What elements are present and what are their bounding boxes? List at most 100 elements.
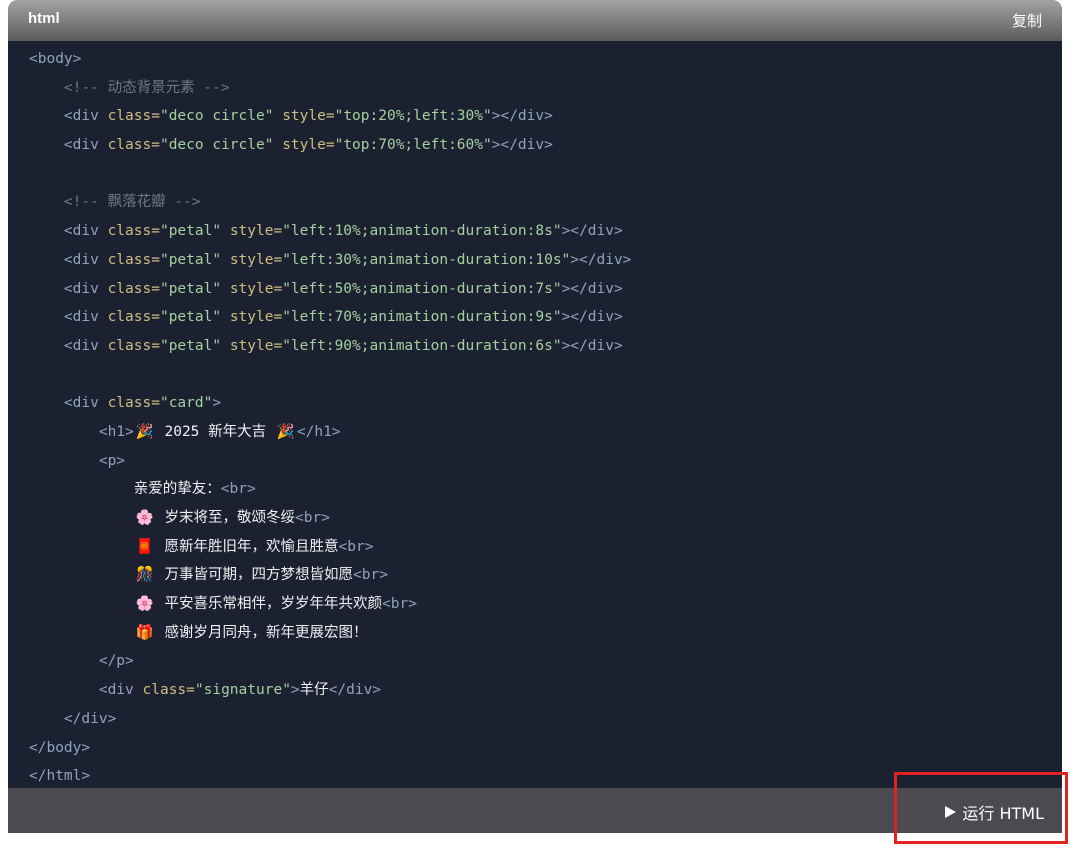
code-token: <br> — [353, 567, 388, 584]
code-token: 感谢岁月同舟，新年更展宏图！ — [155, 624, 368, 641]
run-html-button[interactable]: 运行 HTML — [945, 800, 1044, 824]
code-token: style= — [229, 309, 283, 326]
code-token: style= — [229, 251, 283, 268]
emoji-icon: 🧧 — [135, 538, 154, 555]
code-token: </div> — [63, 710, 117, 727]
code-token: "signature" — [194, 682, 291, 699]
code-line: </p> — [29, 647, 1062, 676]
code-token: "card" — [159, 395, 213, 412]
code-token: <div — [63, 309, 108, 326]
code-token: 万事皆可期，四方梦想皆如愿 — [155, 567, 353, 584]
code-token: "left:30%;animation-duration:10s" — [282, 251, 571, 268]
play-icon — [945, 806, 957, 818]
code-line: <div class="deco circle" style="top:20%;… — [29, 102, 1062, 131]
code-line: 🎁 感谢岁月同舟，新年更展宏图！ — [29, 619, 1062, 648]
code-line: 亲爱的挚友：<br> — [29, 475, 1062, 504]
code-content: <body> <!-- 动态背景元素 --> <div class="deco … — [8, 41, 1062, 791]
code-token: style= — [229, 337, 283, 354]
code-token: "petal" — [159, 280, 222, 297]
code-line: </div> — [29, 705, 1062, 734]
code-line: <div class="card"> — [29, 389, 1062, 418]
code-token: "top:20%;left:30%" — [334, 108, 492, 125]
code-token: <br> — [295, 510, 330, 526]
code-token: class= — [107, 337, 160, 354]
code-line: <div class="deco circle" style="top:70%;… — [29, 131, 1062, 160]
code-token: style= — [229, 280, 283, 297]
code-token: <div — [63, 108, 108, 125]
code-token: <div — [63, 395, 108, 412]
code-line: 🌸 岁末将至，敬颂冬绥<br> — [29, 504, 1062, 533]
code-line: <h1> 🎉 2025 新年大吉 🎉 </h1> — [29, 418, 1062, 447]
copy-button[interactable]: 复制 — [1012, 10, 1042, 31]
emoji-icon: 🎉 — [135, 423, 154, 440]
code-token: </html> — [29, 768, 91, 785]
code-token: "petal" — [159, 337, 222, 354]
code-token: 亲爱的挚友： — [29, 481, 221, 498]
code-token: </p> — [98, 653, 134, 670]
code-token: <br> — [382, 596, 417, 613]
code-block: html 复制 <body> <!-- 动态背景元素 --> <div clas… — [8, 0, 1062, 833]
code-line: </html> — [29, 762, 1062, 791]
code-line: 🎊 万事皆可期，四方梦想皆如愿<br> — [29, 561, 1062, 590]
code-token: class= — [107, 223, 160, 240]
code-token: ></div> — [491, 137, 553, 154]
code-token: </div> — [328, 682, 382, 699]
emoji-icon: 🎉 — [276, 423, 295, 440]
code-line: <!-- 动态背景元素 --> — [29, 74, 1062, 103]
code-token: ></div> — [561, 337, 623, 354]
code-line: <div class="petal" style="left:10%;anima… — [29, 217, 1062, 246]
code-line: <div class="signature">羊仔</div> — [29, 676, 1062, 705]
code-token: class= — [107, 309, 160, 326]
code-footer: 运行 HTML — [8, 788, 1062, 833]
code-token: "petal" — [159, 309, 222, 326]
language-label: html — [28, 10, 60, 27]
code-token: class= — [107, 108, 160, 125]
code-line: <p> — [29, 447, 1062, 476]
code-token: > — [212, 395, 222, 412]
code-line: <div class="petal" style="left:90%;anima… — [29, 332, 1062, 361]
code-token: 平安喜乐常相伴，岁岁年年共欢颜 — [155, 596, 382, 613]
code-token: 2025 新年大吉 — [155, 423, 275, 440]
code-token: 愿新年胜旧年，欢愉且胜意 — [155, 538, 339, 555]
code-token: style= — [282, 137, 335, 154]
code-token: 羊仔 — [299, 682, 329, 699]
code-token: ></div> — [570, 251, 632, 268]
code-token: <!-- 动态背景元素 --> — [63, 79, 230, 96]
code-token: class= — [107, 395, 160, 412]
code-token: ></div> — [561, 223, 623, 240]
code-token: class= — [107, 137, 160, 154]
code-token: class= — [107, 251, 160, 268]
code-token: <br> — [338, 538, 374, 555]
emoji-icon: 🎊 — [135, 567, 154, 584]
code-token: <div — [63, 280, 108, 297]
code-line: <body> — [29, 45, 1062, 74]
emoji-icon: 🌸 — [135, 510, 154, 526]
code-line: <div class="petal" style="left:70%;anima… — [29, 303, 1062, 332]
code-token: <h1> — [98, 423, 134, 440]
code-token: "left:50%;animation-duration:7s" — [282, 280, 562, 297]
code-token: ></div> — [491, 108, 553, 125]
code-token: "top:70%;left:60%" — [334, 137, 492, 154]
code-token: </body> — [29, 739, 91, 756]
code-token: > — [290, 682, 300, 699]
code-area[interactable]: <body> <!-- 动态背景元素 --> <div class="deco … — [8, 41, 1062, 788]
code-line: 🧧 愿新年胜旧年，欢愉且胜意<br> — [29, 533, 1062, 562]
emoji-icon: 🌸 — [135, 596, 154, 613]
